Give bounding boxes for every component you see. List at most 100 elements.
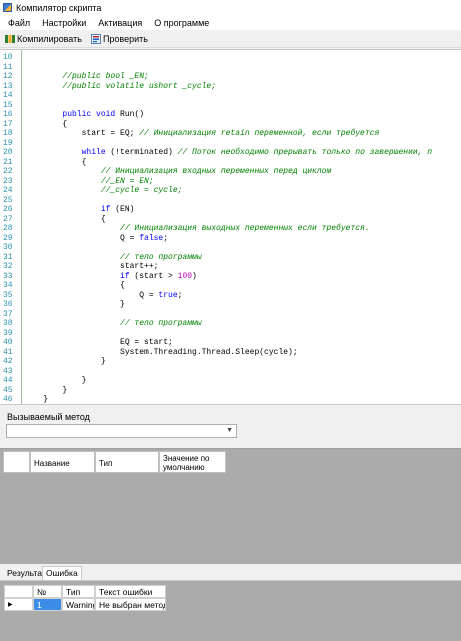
code-token: System.Threading.Thread.Sleep(cycle); xyxy=(24,347,298,357)
code-text: //_EN = EN; xyxy=(24,177,154,187)
code-keyword: public xyxy=(62,110,92,119)
line-number: 34 xyxy=(3,281,13,290)
menu-about[interactable]: О программе xyxy=(148,18,215,28)
line-number: 17 xyxy=(3,119,13,129)
line-number: 28 xyxy=(3,224,13,233)
title-bar: Компилятор скрипта xyxy=(0,0,461,15)
code-keyword: while xyxy=(81,148,106,157)
line-number: 29 xyxy=(3,233,13,243)
line-number: 18 xyxy=(3,129,13,138)
compile-icon xyxy=(5,34,15,43)
parameters-grid[interactable]: Название Тип Значение по умолчанию xyxy=(0,448,461,564)
code-text: // тело программы xyxy=(24,319,202,329)
code-token: EQ = start; xyxy=(24,338,173,347)
code-text: public void Run() xyxy=(24,110,144,120)
errors-grid[interactable]: № Тип Текст ошибки ▶ 1 Warning Не выбран… xyxy=(0,580,461,641)
code-token: (EN) xyxy=(110,205,135,214)
code-token: } xyxy=(24,395,49,404)
code-token: Run() xyxy=(115,110,145,119)
row-indicator-icon[interactable]: ▶ xyxy=(4,598,33,611)
code-token: ; xyxy=(177,290,183,300)
line-number: 30 xyxy=(3,243,13,252)
column-header-default-value[interactable]: Значение по умолчанию xyxy=(159,451,226,473)
tab-error[interactable]: Ошибка xyxy=(42,566,82,581)
line-number: 44 xyxy=(3,376,13,385)
window-title: Компилятор скрипта xyxy=(16,2,102,13)
code-text: //_cycle = cycle; xyxy=(24,186,183,196)
errors-header-text[interactable]: Текст ошибки xyxy=(95,585,166,598)
code-keyword: void xyxy=(96,110,116,119)
code-token: (start > xyxy=(129,271,178,281)
code-editor[interactable]: 10 11 12 //public bool _EN; 13 //public vol… xyxy=(0,49,461,405)
error-type-cell[interactable]: Warning xyxy=(62,598,95,611)
method-select[interactable]: ▼ xyxy=(6,424,237,438)
app-icon xyxy=(3,3,12,12)
code-keyword: false xyxy=(139,233,164,243)
line-number: 37 xyxy=(3,309,13,319)
code-token: } xyxy=(24,357,106,366)
line-number: 12 xyxy=(3,72,13,81)
line-number: 22 xyxy=(3,167,13,176)
error-text-cell[interactable]: Не выбран метод! xyxy=(95,598,166,611)
code-text: { xyxy=(24,281,125,291)
code-token: } xyxy=(24,385,68,395)
code-text: // Инициализация входных переменных пере… xyxy=(24,167,331,177)
code-token: Q = xyxy=(24,290,159,300)
line-number: 21 xyxy=(3,157,13,167)
code-token: ; xyxy=(163,233,169,243)
menu-activation[interactable]: Активация xyxy=(92,18,148,28)
column-header-name[interactable]: Название xyxy=(30,451,95,473)
code-token: start = EQ; xyxy=(24,129,140,138)
code-text: //public volatile ushort _cycle; xyxy=(24,82,216,92)
code-comment: // тело программы xyxy=(120,252,202,262)
menu-bar: Файл Настройки Активация О программе xyxy=(0,15,461,30)
check-icon xyxy=(90,33,101,44)
method-label: Вызываемый метод xyxy=(7,412,90,422)
line-number: 20 xyxy=(3,148,13,157)
errors-header-type[interactable]: Тип xyxy=(62,585,95,598)
code-comment: //public volatile ushort _cycle; xyxy=(62,81,217,91)
menu-file[interactable]: Файл xyxy=(0,18,36,28)
errors-header-number[interactable]: № xyxy=(33,585,62,598)
menu-settings[interactable]: Настройки xyxy=(36,18,92,28)
line-number: 46 xyxy=(3,395,13,404)
code-comment: //public bool _EN; xyxy=(62,72,149,81)
chevron-down-icon[interactable]: ▼ xyxy=(226,427,233,434)
error-number-cell[interactable]: 1 xyxy=(33,598,62,611)
code-text: } xyxy=(24,376,87,386)
code-comment: // Инициализация retain переменной, если… xyxy=(139,129,380,138)
code-text: } xyxy=(24,395,49,404)
code-text: // Инициализация выходных переменных есл… xyxy=(24,224,370,234)
line-number: 45 xyxy=(3,385,13,395)
line-number: 13 xyxy=(3,81,13,91)
code-token: { xyxy=(24,119,68,129)
line-number: 10 xyxy=(3,53,13,62)
column-header-type[interactable]: Тип xyxy=(95,451,159,473)
code-text: // тело программы xyxy=(24,253,202,263)
line-number: 41 xyxy=(3,347,13,357)
code-text: Q = false; xyxy=(24,234,168,244)
grid-corner-cell xyxy=(3,451,30,473)
code-text: EQ = start; xyxy=(24,338,173,348)
code-comment: // Поток необходимо прерывать только по … xyxy=(177,148,433,157)
code-keyword: true xyxy=(158,290,178,300)
line-number: 36 xyxy=(3,300,13,309)
line-number: 32 xyxy=(3,262,13,271)
code-token: ) xyxy=(192,271,197,281)
code-text: } xyxy=(24,357,106,367)
line-number: 16 xyxy=(3,110,13,119)
line-number: 39 xyxy=(3,328,13,338)
line-number: 14 xyxy=(3,91,13,100)
line-number: 15 xyxy=(3,100,13,110)
check-button[interactable]: Проверить xyxy=(90,33,148,44)
toolbar: Компилировать Проверить xyxy=(0,30,461,48)
check-label: Проверить xyxy=(102,33,148,44)
compile-button[interactable]: Компилировать xyxy=(5,34,82,44)
line-number: 19 xyxy=(3,138,13,148)
